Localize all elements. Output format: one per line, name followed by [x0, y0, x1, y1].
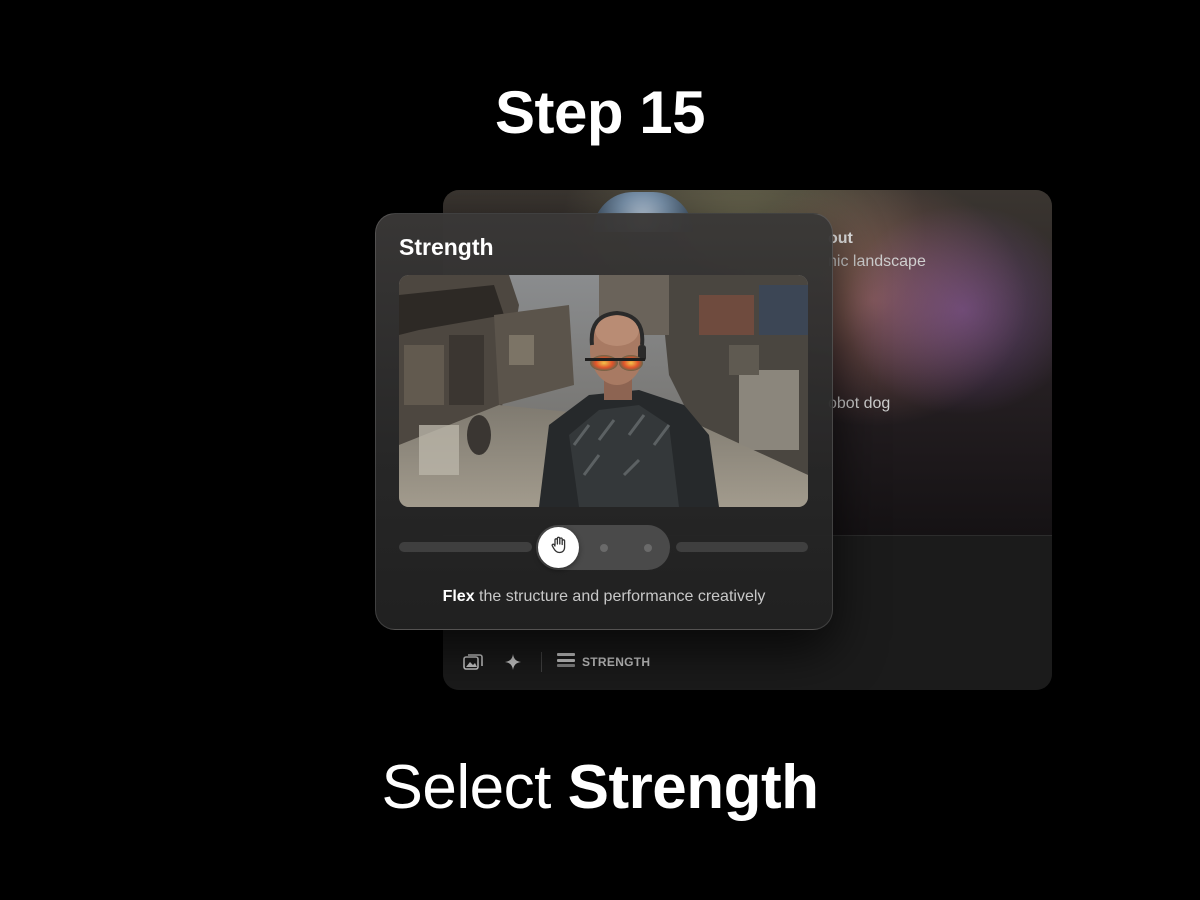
hand-icon	[550, 536, 568, 559]
caption-prefix: Select	[381, 753, 552, 822]
caption-bold: Strength	[567, 753, 819, 822]
strength-slider-step[interactable]	[600, 544, 608, 552]
tutorial-slide: Step 15 out nic landscape obot dog STREN…	[0, 0, 1200, 900]
strength-slider-knob[interactable]	[538, 527, 579, 568]
panel-text-partial: nic landscape	[828, 253, 926, 270]
preview-image	[399, 275, 808, 507]
strength-icon	[556, 652, 576, 673]
strength-toolbar-button[interactable]: STRENGTH	[556, 652, 650, 673]
card-title: Strength	[399, 234, 494, 260]
sparkle-icon[interactable]	[501, 650, 525, 674]
strength-description: Flex the structure and performance creat…	[376, 588, 832, 606]
panel-text-partial-2: obot dog	[828, 395, 891, 412]
strength-slider-track-right[interactable]	[676, 542, 808, 552]
description-bold: Flex	[442, 588, 475, 605]
strength-slider-track-left[interactable]	[399, 542, 532, 552]
step-title: Step 15	[495, 79, 705, 146]
panel-toolbar: STRENGTH	[461, 650, 650, 674]
strength-card: Strength Flex the structure and performa…	[375, 213, 833, 630]
toolbar-divider	[541, 652, 542, 672]
description-text: the structure and performance creatively	[474, 588, 766, 605]
instruction-caption: Select Strength	[0, 752, 1200, 823]
strength-toolbar-label: STRENGTH	[582, 655, 651, 669]
image-stack-icon[interactable]	[461, 650, 485, 674]
strength-slider-step[interactable]	[644, 544, 652, 552]
